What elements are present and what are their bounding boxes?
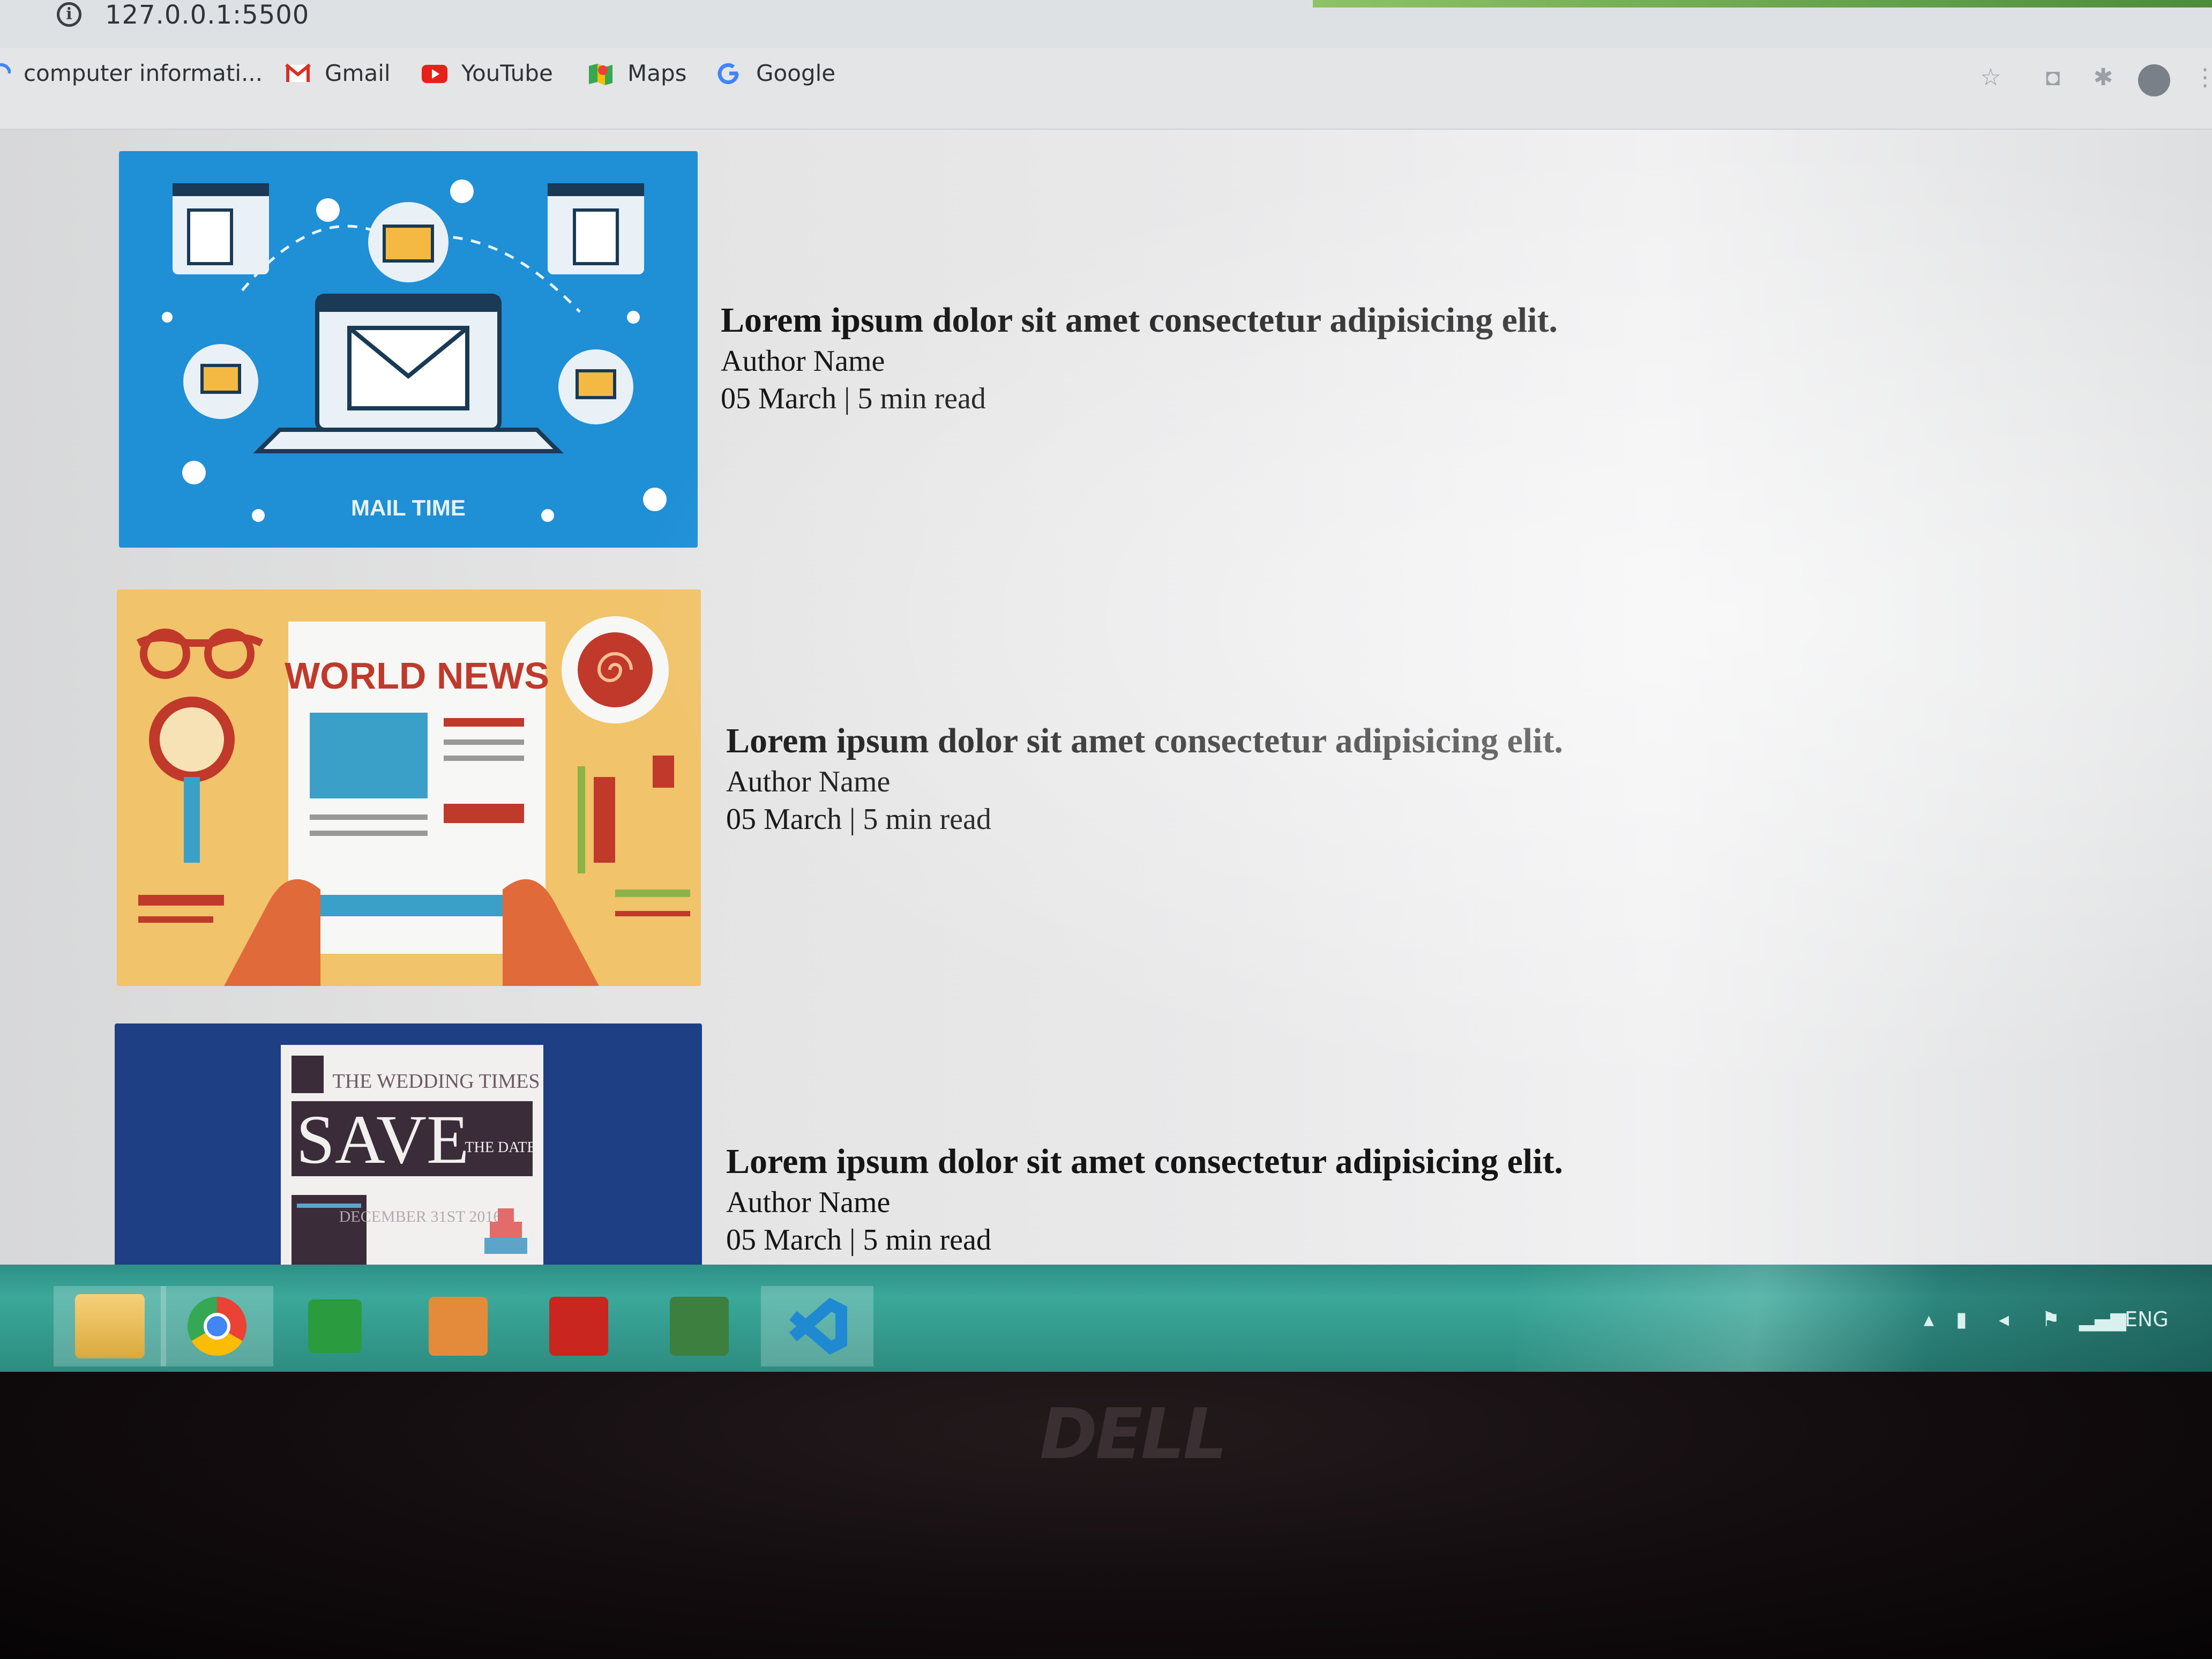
post-text: Lorem ipsum dolor sit amet consectetur a… <box>726 721 1563 836</box>
post-thumbnail-wedding[interactable]: THE WEDDING TIMES SAVE THE DATE DECEMBER… <box>115 1023 702 1291</box>
save-text: SAVE <box>296 1101 469 1178</box>
world-news-text: WORLD NEWS <box>285 655 549 697</box>
address-bar[interactable]: i 127.0.0.1:5500 <box>0 0 2212 49</box>
bookmarks-bar: computer informati... Gmail YouTube Maps… <box>0 48 2212 130</box>
post-card[interactable]: MAIL TIME Lorem ipsum dolor sit amet con… <box>0 129 2212 557</box>
file-explorer-icon <box>75 1294 145 1358</box>
bookmark-google[interactable]: Google <box>715 60 835 86</box>
bookmark-maps[interactable]: Maps <box>587 60 687 86</box>
post-author: Author Name <box>726 765 891 798</box>
windows-taskbar: ▴ ▮ ◂ ⚑ ▂▄▆ ENG <box>0 1265 2212 1372</box>
sway-icon <box>429 1297 488 1356</box>
monitor-screen: i 127.0.0.1:5500 computer informati... G… <box>0 0 2212 1372</box>
taskbar-vscode[interactable] <box>761 1286 873 1366</box>
chrome-icon <box>188 1297 246 1356</box>
taskbar-file-explorer[interactable] <box>54 1286 166 1366</box>
post-thumbnail-mail[interactable]: MAIL TIME <box>119 151 698 548</box>
post-author: Author Name <box>721 345 885 378</box>
tray-up-arrow-icon[interactable]: ▴ <box>1924 1307 1934 1331</box>
wedding-header-text: THE WEDDING TIMES <box>333 1070 540 1093</box>
window-accent-strip <box>1313 0 2212 8</box>
post-card[interactable]: WORLD NEWS Lorem ipsum dolor sit amet co… <box>0 557 2212 997</box>
tray-flag-icon[interactable]: ⚑ <box>2042 1307 2060 1331</box>
taskbar-project[interactable] <box>643 1286 756 1366</box>
post-meta: 05 March | 5 min read <box>721 382 986 415</box>
bookmark-youtube[interactable]: YouTube <box>421 60 553 86</box>
post-title[interactable]: Lorem ipsum dolor sit amet consectetur a… <box>726 721 1563 761</box>
bookmark-label: Gmail <box>325 60 391 86</box>
dell-logo: DELL <box>1040 1393 1227 1475</box>
bookmark-label: Google <box>756 60 836 86</box>
bookmark-label: computer informati... <box>24 60 263 86</box>
wedding-date-text: DECEMBER 31ST 2016 <box>339 1208 502 1225</box>
tray-volume-icon[interactable]: ◂ <box>1999 1307 2009 1331</box>
post-meta: 05 March | 5 min read <box>726 1223 991 1257</box>
taskbar-sway[interactable] <box>402 1286 514 1366</box>
taskbar-chrome[interactable] <box>161 1286 273 1366</box>
post-title[interactable]: Lorem ipsum dolor sit amet consectetur a… <box>721 300 1558 341</box>
blog-post-list: MAIL TIME Lorem ipsum dolor sit amet con… <box>0 129 2212 1372</box>
vscode-icon <box>782 1294 852 1358</box>
youtube-icon <box>421 62 449 85</box>
menu-dots-icon[interactable]: ⋮ <box>2192 64 2212 91</box>
google-g-icon <box>0 62 12 85</box>
profile-avatar[interactable] <box>2138 64 2170 96</box>
bookmark-gmail[interactable]: Gmail <box>284 60 391 86</box>
tray-battery-icon[interactable]: ▮ <box>1956 1307 1967 1331</box>
post-thumbnail-news[interactable]: WORLD NEWS <box>117 589 701 986</box>
project-icon <box>670 1297 729 1356</box>
mail-time-text: MAIL TIME <box>351 495 466 520</box>
gmail-icon <box>284 62 312 85</box>
post-title[interactable]: Lorem ipsum dolor sit amet consectetur a… <box>726 1141 1563 1182</box>
bookmark-label: YouTube <box>461 60 553 86</box>
post-author: Author Name <box>726 1186 891 1219</box>
teams-icon <box>549 1297 608 1356</box>
bookmark-computer-info[interactable]: computer informati... <box>0 60 263 86</box>
taskbar-teams[interactable] <box>522 1286 635 1366</box>
bookmark-label: Maps <box>627 60 687 86</box>
post-text: Lorem ipsum dolor sit amet consectetur a… <box>721 300 1558 416</box>
store-icon <box>308 1299 362 1353</box>
tray-language[interactable]: ENG <box>2125 1307 2169 1331</box>
post-meta: 05 March | 5 min read <box>726 803 991 836</box>
site-info-icon[interactable]: i <box>57 2 81 27</box>
tray-network-icon[interactable]: ▂▄▆ <box>2079 1307 2126 1331</box>
maps-icon <box>587 62 615 85</box>
the-date-text: THE DATE <box>465 1139 536 1156</box>
taskbar-store[interactable] <box>279 1286 391 1366</box>
extension-icon[interactable]: ✱ <box>2090 64 2117 91</box>
camera-icon[interactable]: ◘ <box>2039 64 2066 91</box>
google-icon <box>715 62 743 85</box>
url-text[interactable]: 127.0.0.1:5500 <box>105 0 309 30</box>
star-icon[interactable]: ☆ <box>1977 64 2004 91</box>
post-text: Lorem ipsum dolor sit amet consectetur a… <box>726 1141 1563 1257</box>
